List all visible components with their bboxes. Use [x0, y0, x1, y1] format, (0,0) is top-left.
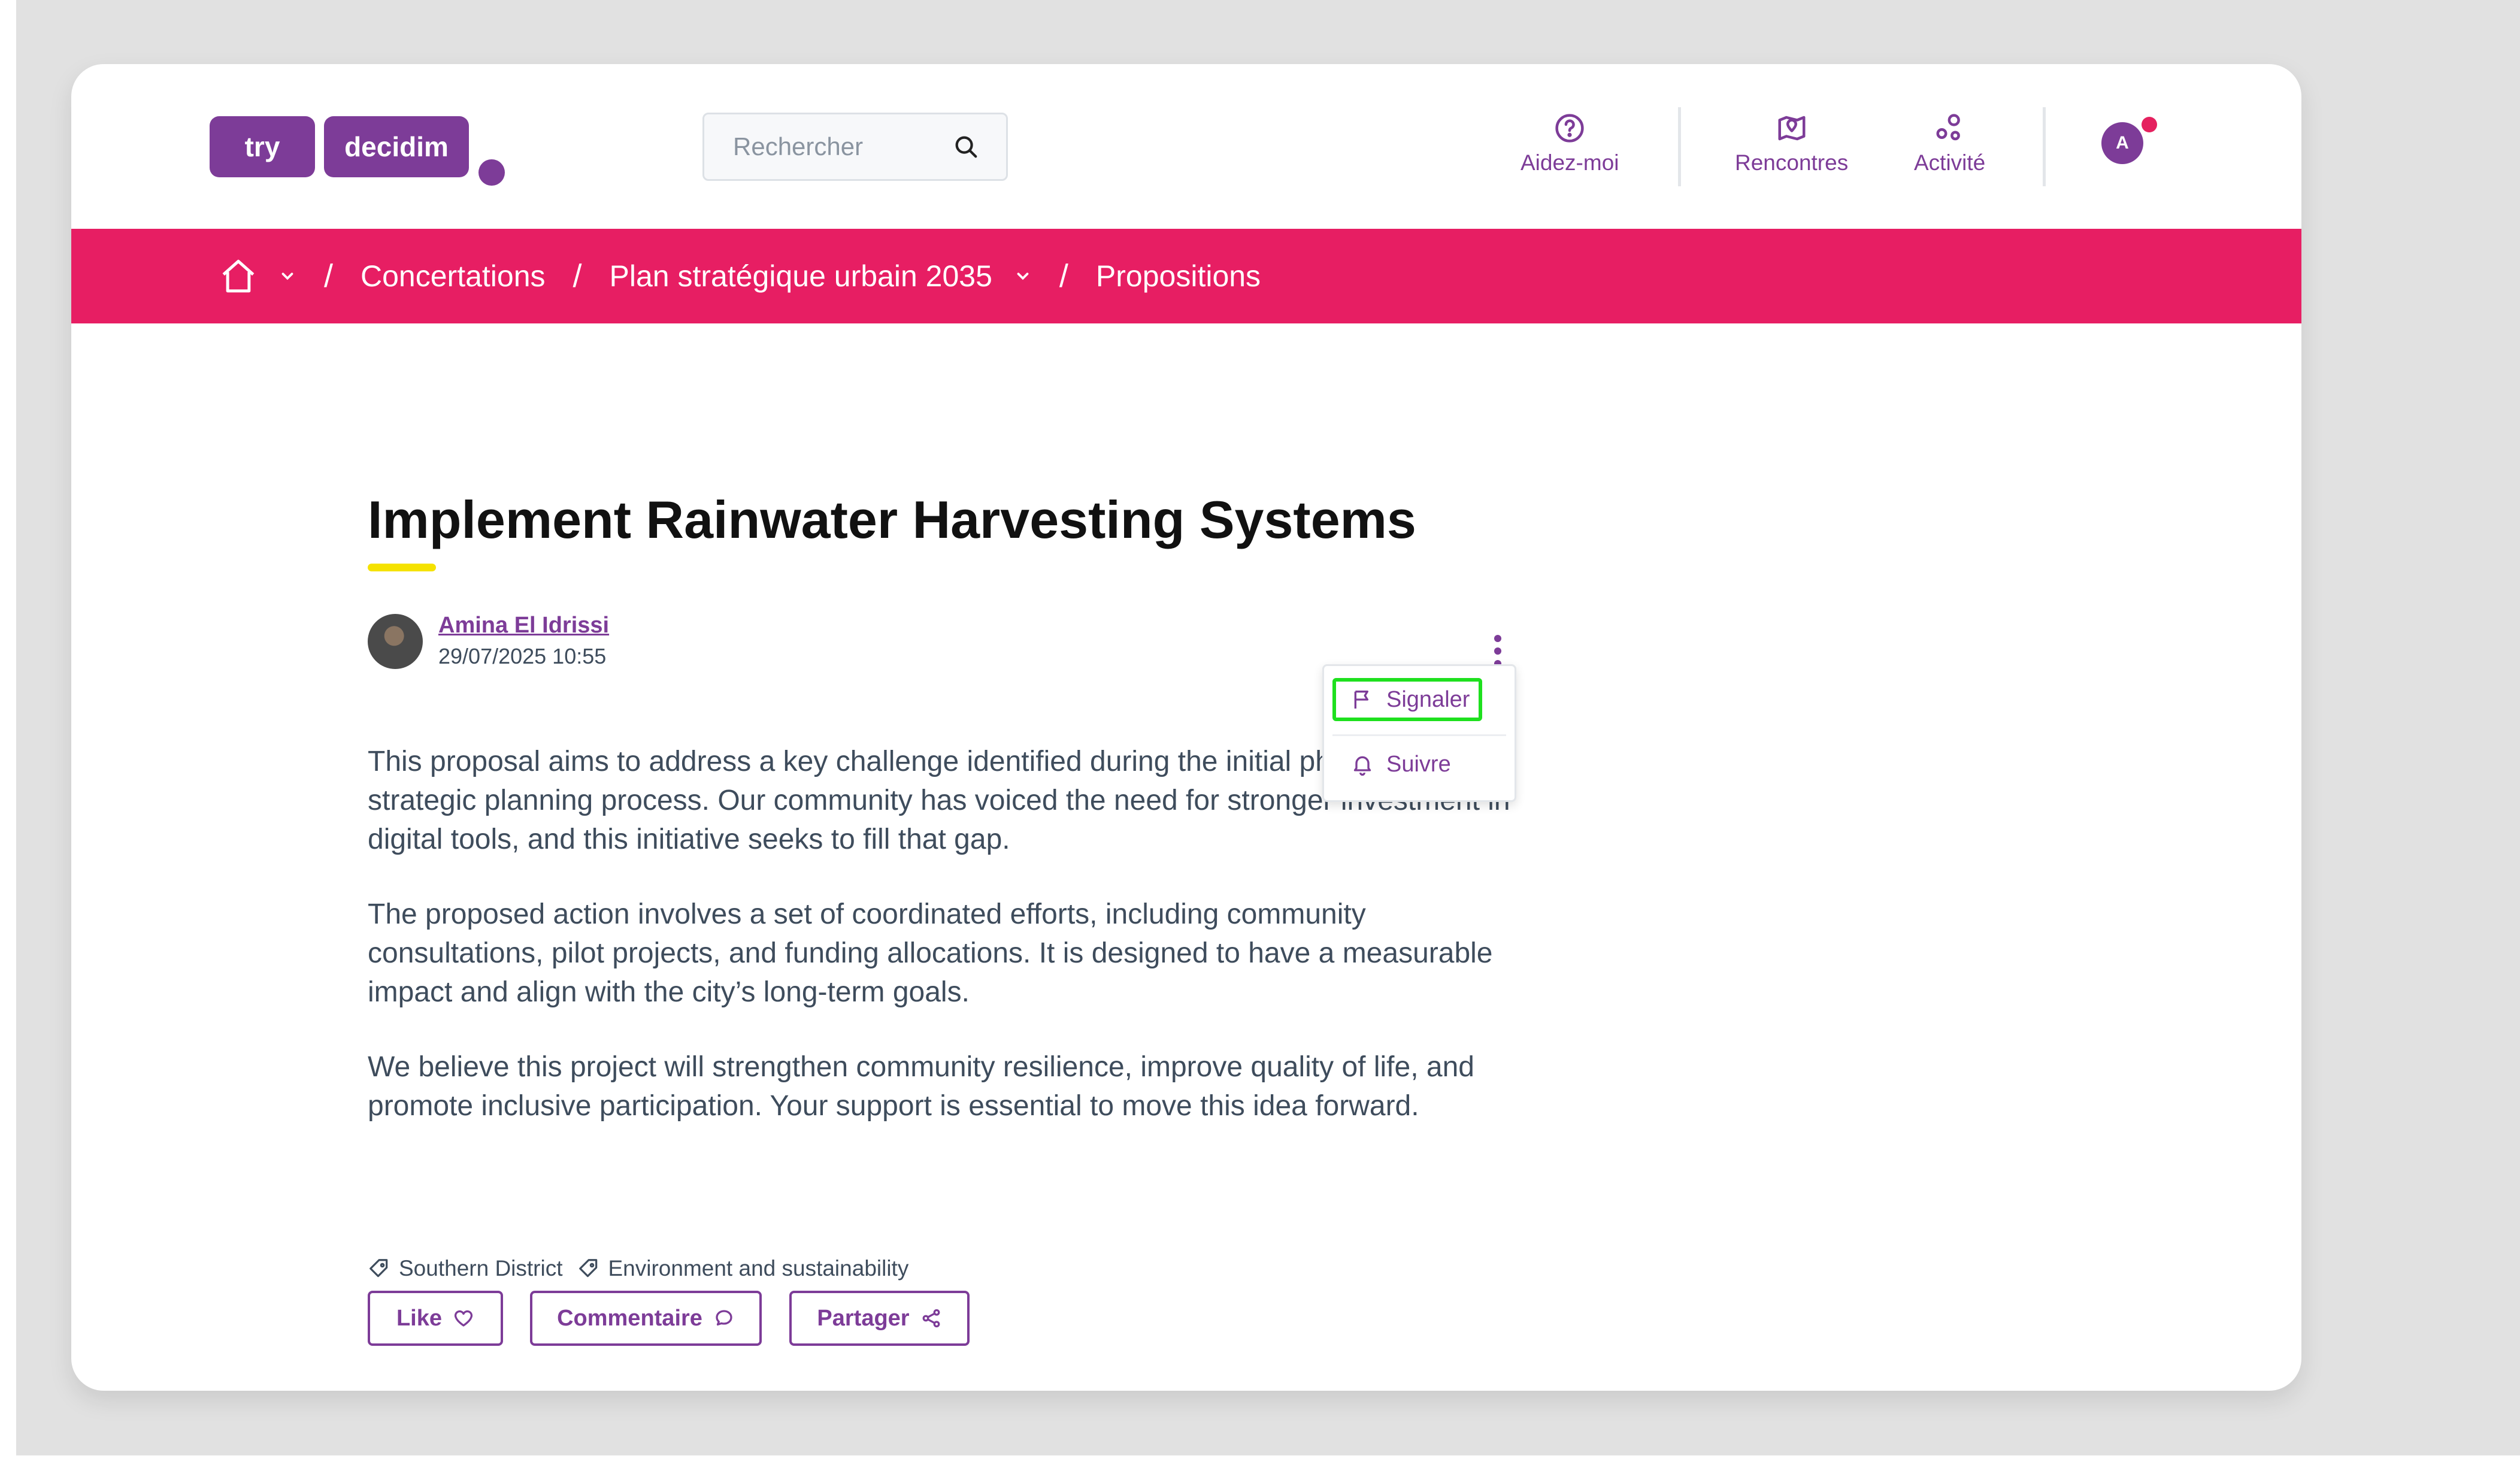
report-menu-item[interactable]: Signaler: [1332, 678, 1482, 721]
menu-divider: [1332, 734, 1506, 736]
tag-label: Environment and sustainability: [608, 1256, 909, 1281]
options-dropdown: Signaler Suivre: [1322, 664, 1516, 802]
map-pin-icon: [1778, 116, 1806, 141]
body-line: impact and align with the city’s long-te…: [368, 976, 970, 1008]
body-line: This proposal aims to address a key chal…: [368, 746, 1458, 777]
share-icon: [922, 1309, 940, 1328]
body-line: We believe this project will strengthen …: [368, 1051, 1474, 1083]
title-underline: [368, 564, 436, 571]
comment-label: Commentaire: [557, 1305, 702, 1331]
body-paragraph: The proposed action involves a set of co…: [368, 895, 1565, 1012]
body-line: promote inclusive participation. Your su…: [368, 1090, 1419, 1122]
search-input[interactable]: Rechercher: [702, 113, 1008, 181]
author-avatar[interactable]: [368, 614, 423, 669]
nav-help[interactable]: Aidez-moi: [1521, 112, 1619, 184]
publish-date: 29/07/2025 10:55: [438, 644, 607, 668]
breadcrumb-separator: /: [1059, 258, 1068, 294]
page-card: try decidim Rechercher Aidez-moi Rencont…: [71, 64, 2301, 1391]
nav-meetings[interactable]: Rencontres: [1735, 112, 1848, 184]
heart-icon: [455, 1310, 473, 1327]
search-icon[interactable]: [952, 133, 980, 161]
nav-activity[interactable]: Activité: [1914, 112, 1985, 184]
nav-divider: [2043, 107, 2046, 186]
breadcrumb: / Concertations / Plan stratégique urbai…: [71, 229, 2301, 323]
tag-list: Southern District Environment and sustai…: [368, 1256, 923, 1281]
tag-label: Southern District: [399, 1256, 563, 1281]
user-avatar-button[interactable]: A: [2101, 122, 2143, 164]
body-line: consultations, pilot projects, and fundi…: [368, 937, 1493, 969]
report-label: Signaler: [1386, 686, 1470, 712]
tag-icon: [578, 1259, 597, 1278]
nav-meetings-label: Rencontres: [1735, 150, 1849, 175]
body-paragraph: We believe this project will strengthen …: [368, 1048, 1565, 1125]
search-placeholder: Rechercher: [733, 132, 864, 161]
logo-dot: [478, 159, 505, 186]
share-label: Partager: [817, 1305, 910, 1331]
activity-icon: [1936, 114, 1960, 141]
share-button[interactable]: Partager: [789, 1291, 970, 1346]
comment-button[interactable]: Commentaire: [530, 1291, 762, 1346]
nav-activity-label: Activité: [1914, 150, 1986, 175]
tag-icon: [369, 1259, 388, 1278]
help-icon: [1555, 114, 1584, 143]
follow-menu-item[interactable]: Suivre: [1332, 743, 1451, 786]
body-line: digital tools, and this initiative seeks…: [368, 824, 1010, 855]
follow-label: Suivre: [1386, 751, 1451, 777]
like-label: Like: [396, 1305, 443, 1331]
breadcrumb-item-plan[interactable]: Plan stratégique urbain 2035: [610, 259, 992, 293]
comment-icon: [716, 1310, 732, 1326]
nav-divider: [1678, 107, 1681, 186]
chevron-down-icon[interactable]: [1014, 267, 1032, 285]
kebab-dot: [1494, 647, 1501, 655]
chevron-down-icon[interactable]: [278, 267, 296, 285]
author-name-link[interactable]: Amina El Idrissi: [438, 613, 609, 638]
notification-dot: [2142, 117, 2157, 132]
breadcrumb-item-concertations[interactable]: Concertations: [361, 259, 546, 293]
tag-southern-district[interactable]: Southern District: [368, 1256, 563, 1281]
logo-try: try: [210, 116, 315, 177]
bell-icon: [1353, 756, 1371, 776]
breadcrumb-separator: /: [573, 258, 582, 294]
logo-decidim: decidim: [324, 116, 469, 177]
breadcrumb-separator: /: [324, 258, 334, 294]
kebab-dot: [1494, 635, 1501, 642]
proposal-body: This proposal aims to address a key chal…: [368, 742, 1565, 1161]
tag-environment[interactable]: Environment and sustainability: [577, 1256, 909, 1281]
site-logo[interactable]: try decidim: [210, 116, 505, 186]
home-icon[interactable]: [219, 256, 258, 296]
page-title: Implement Rainwater Harvesting Systems: [368, 490, 1416, 549]
body-line: The proposed action involves a set of co…: [368, 898, 1366, 930]
nav-help-label: Aidez-moi: [1521, 150, 1619, 175]
like-button[interactable]: Like: [368, 1291, 503, 1346]
breadcrumb-item-propositions[interactable]: Propositions: [1096, 259, 1261, 293]
flag-icon: [1354, 691, 1368, 709]
